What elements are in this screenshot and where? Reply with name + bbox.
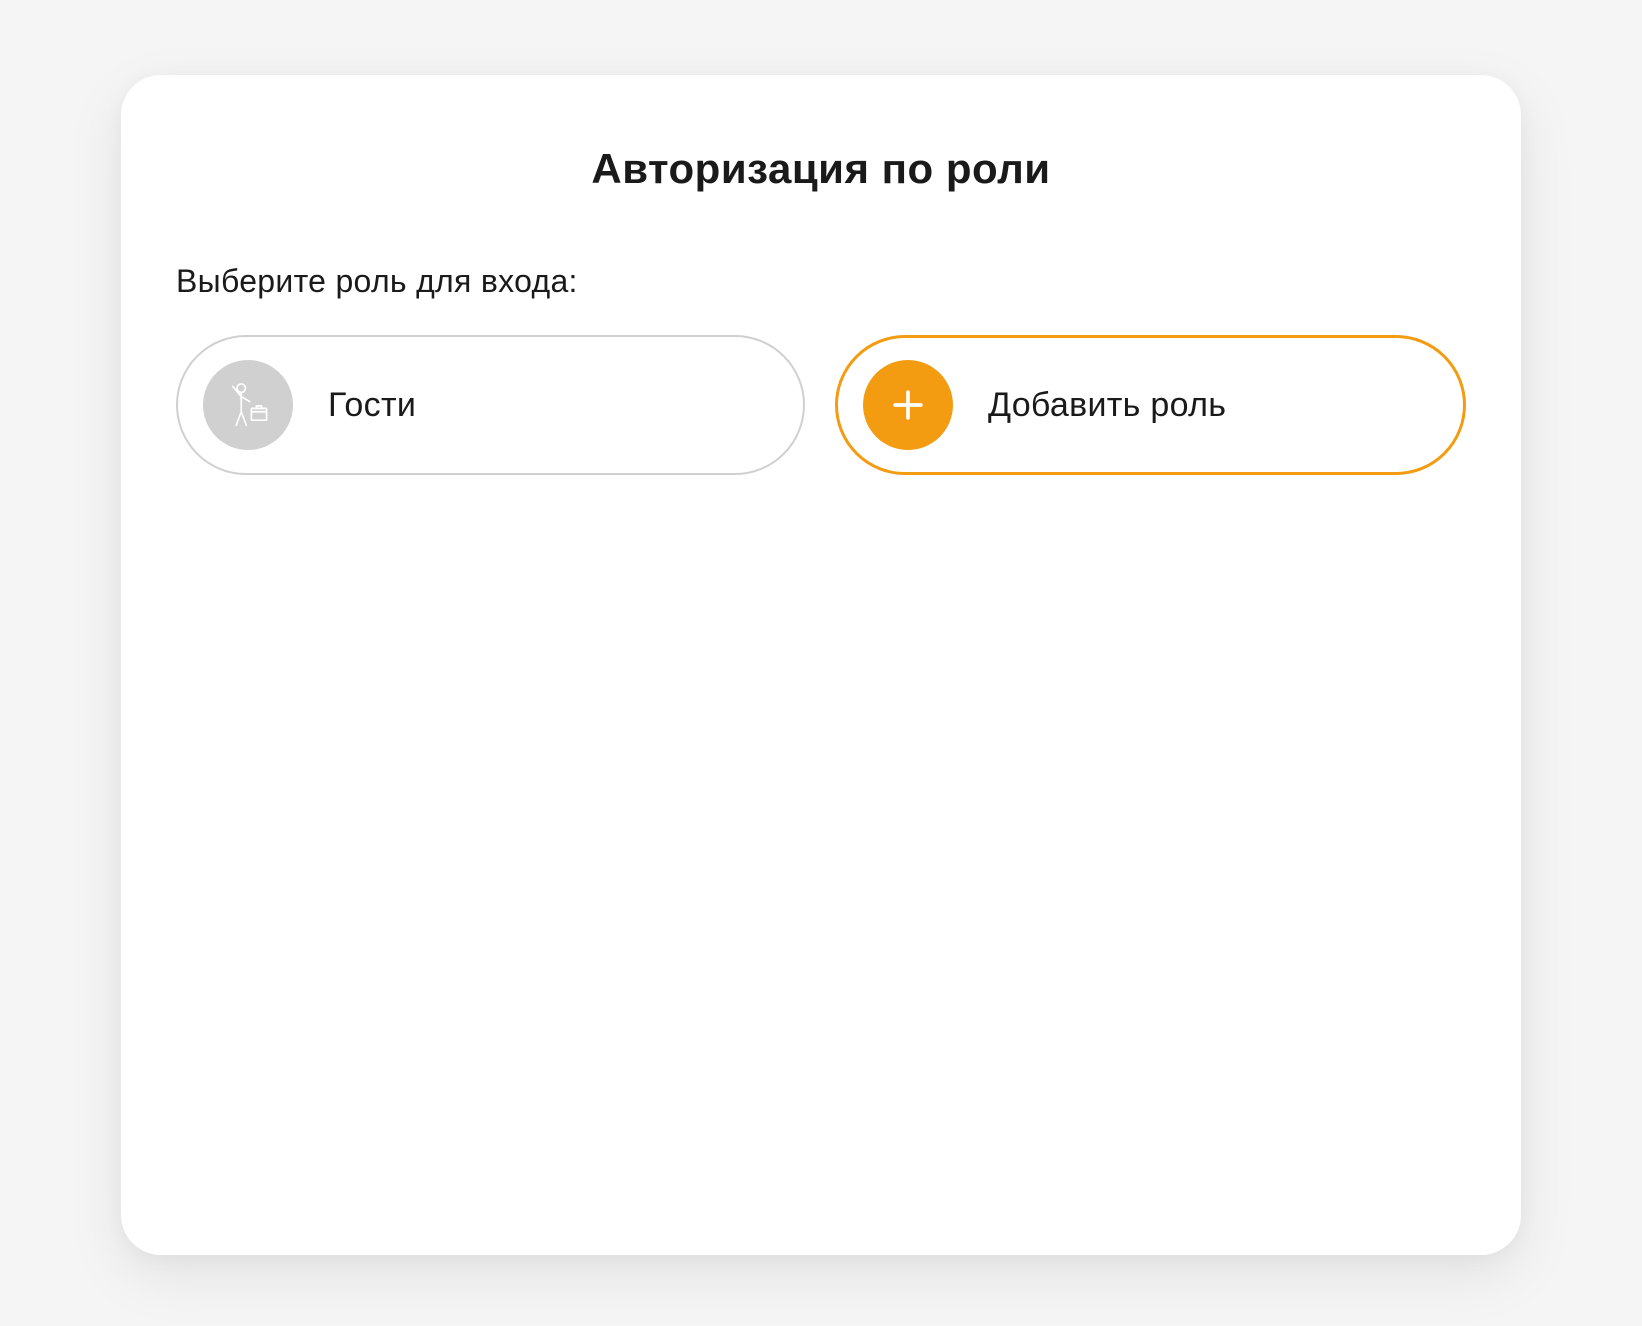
plus-icon	[863, 360, 953, 450]
add-role-label: Добавить роль	[988, 386, 1226, 425]
role-guest-button[interactable]: Гости	[176, 335, 805, 475]
auth-card: Авторизация по роли Выберите роль для вх…	[121, 75, 1521, 1255]
add-role-button[interactable]: Добавить роль	[835, 335, 1466, 475]
card-title: Авторизация по роли	[176, 145, 1466, 193]
roles-row: Гости Добавить роль	[176, 335, 1466, 475]
select-role-prompt: Выберите роль для входа:	[176, 263, 1466, 300]
guest-icon	[203, 360, 293, 450]
role-guest-label: Гости	[328, 386, 416, 425]
